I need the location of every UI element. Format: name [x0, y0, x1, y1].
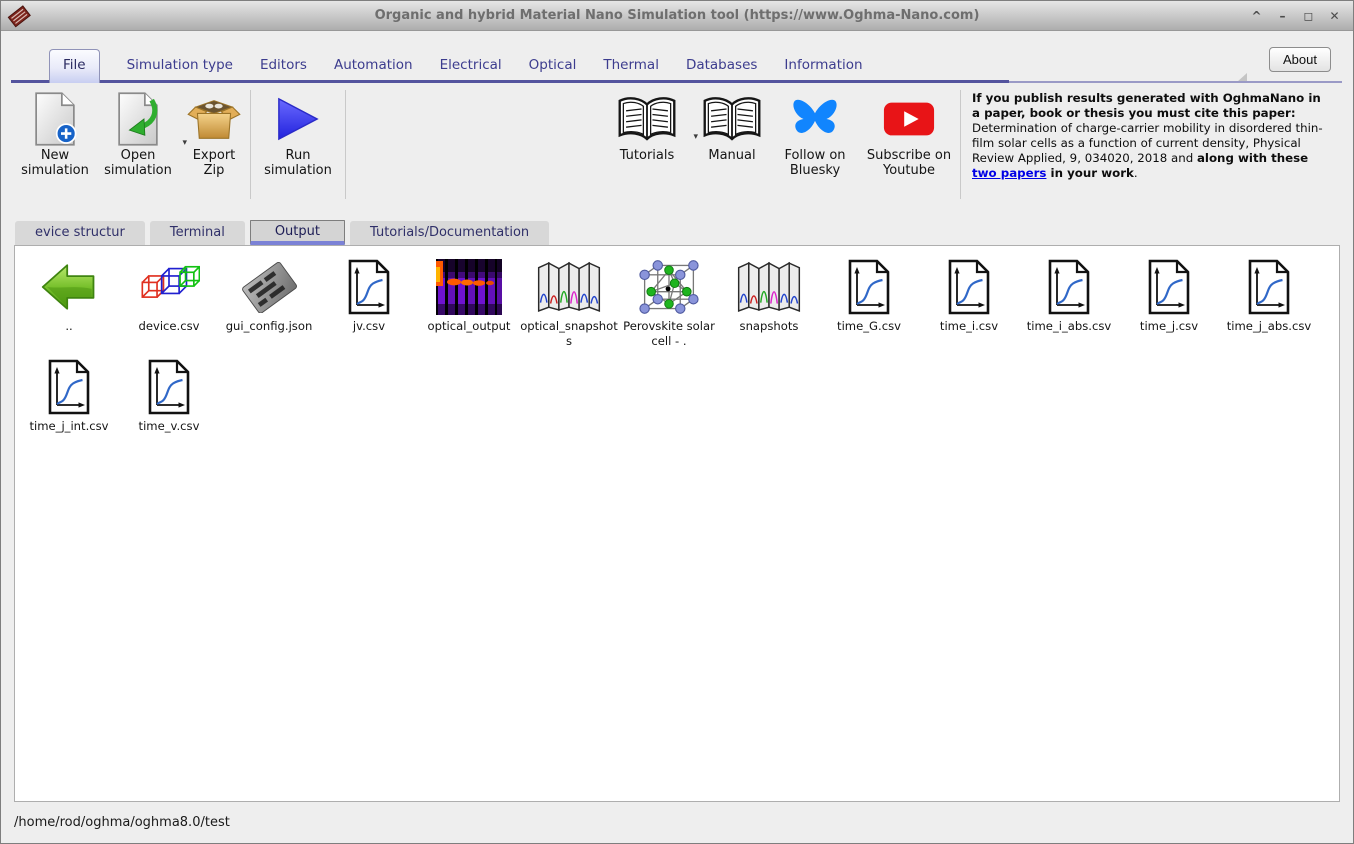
- export-zip-button[interactable]: Export Zip: [181, 90, 247, 179]
- run-simulation-button[interactable]: Run simulation: [254, 90, 342, 179]
- menu-underline: [11, 80, 1009, 83]
- about-button[interactable]: About: [1269, 47, 1331, 72]
- menu-underline-light: [1009, 81, 1342, 83]
- menu-tab-databases[interactable]: Databases: [686, 50, 757, 83]
- file-item-time-j-int-csv[interactable]: time_j_int.csv: [19, 355, 119, 434]
- shade-window-icon[interactable]: ^: [1248, 9, 1265, 23]
- menu-tab-information[interactable]: Information: [784, 50, 862, 83]
- file-item-time-i-csv[interactable]: time_i.csv: [919, 255, 1019, 349]
- menu-tab-file[interactable]: File: [49, 49, 100, 83]
- tab-terminal[interactable]: Terminal: [150, 221, 245, 245]
- file-item-optical-output[interactable]: optical_output: [419, 255, 519, 349]
- perovskite-crystal-icon: [639, 255, 699, 319]
- file-item-time-j-csv[interactable]: time_j.csv: [1119, 255, 1219, 349]
- bluesky-label: Follow on Bluesky: [769, 148, 861, 179]
- citation-bold-end: in your work: [1046, 166, 1133, 180]
- citation-suffix: .: [1134, 166, 1138, 180]
- manual-label: Manual: [708, 148, 755, 163]
- file-item-gui-config-json[interactable]: gui_config.json: [219, 255, 319, 349]
- open-simulation-label: Open simulation: [95, 148, 181, 179]
- csv-plot-icon: [1146, 255, 1192, 319]
- csv-plot-icon: [46, 355, 92, 419]
- file-item-snapshots[interactable]: snapshots: [719, 255, 819, 349]
- citation-bold-mid: along with these: [1197, 151, 1308, 165]
- citation-bold-intro: If you publish results generated with Og…: [972, 91, 1321, 120]
- close-window-icon[interactable]: ✕: [1326, 9, 1343, 23]
- maximize-window-icon[interactable]: ◻: [1300, 9, 1317, 23]
- file-item-time-v-csv[interactable]: time_v.csv: [119, 355, 219, 434]
- manual-book-icon: [702, 90, 762, 148]
- minimize-window-icon[interactable]: –: [1274, 9, 1291, 23]
- menu-tab-optical[interactable]: Optical: [529, 50, 577, 83]
- wireframe-cubes-icon: [138, 255, 200, 319]
- titlebar: Organic and hybrid Material Nano Simulat…: [1, 1, 1353, 31]
- file-item-optical-snapshots[interactable]: optical_snapshots: [519, 255, 619, 349]
- document-tabbar: evice structur Terminal Output Tutorials…: [1, 209, 1353, 245]
- youtube-label: Subscribe on Youtube: [861, 148, 957, 179]
- open-simulation-button[interactable]: ▾ Open simulation: [95, 90, 181, 179]
- statusbar: /home/rod/oghma/oghma8.0/test: [1, 802, 1353, 843]
- file-item-time-i-abs-csv[interactable]: time_i_abs.csv: [1019, 255, 1119, 349]
- manual-button[interactable]: Manual: [695, 90, 769, 163]
- file-grid: .. device.csv gui_config.json jv.csv: [19, 255, 1335, 440]
- file-item-up-dir[interactable]: ..: [19, 255, 119, 349]
- app-logo-icon: [7, 4, 31, 28]
- csv-plot-icon: [846, 255, 892, 319]
- ribbon-menubar: File Simulation type Editors Automation …: [1, 31, 1353, 83]
- file-ribbon-toolbar: New simulation ▾ Open simulation Export …: [1, 83, 1353, 209]
- chip-icon: [238, 255, 300, 319]
- open-simulation-icon: [114, 90, 162, 148]
- tutorials-button[interactable]: ▾ Tutorials: [599, 90, 695, 163]
- export-zip-box-icon: [187, 90, 241, 148]
- menu-tab-thermal[interactable]: Thermal: [603, 50, 659, 83]
- menu-tab-editors[interactable]: Editors: [260, 50, 307, 83]
- file-item-time-j-abs-csv[interactable]: time_j_abs.csv: [1219, 255, 1319, 349]
- tab-tutorials-documentation[interactable]: Tutorials/Documentation: [350, 221, 549, 245]
- csv-plot-icon: [346, 255, 392, 319]
- new-simulation-icon: [31, 90, 79, 148]
- menu-tab-simulation-type[interactable]: Simulation type: [127, 50, 233, 83]
- output-file-browser: .. device.csv gui_config.json jv.csv: [14, 245, 1340, 802]
- snapshots-icon: [735, 255, 803, 319]
- file-item-time-g-csv[interactable]: time_G.csv: [819, 255, 919, 349]
- csv-plot-icon: [1246, 255, 1292, 319]
- tutorials-label: Tutorials: [620, 148, 675, 163]
- two-papers-link[interactable]: two papers: [972, 166, 1046, 180]
- snapshots-icon: [535, 255, 603, 319]
- file-item-device-csv[interactable]: device.csv: [119, 255, 219, 349]
- new-simulation-label: New simulation: [15, 148, 95, 179]
- tab-output[interactable]: Output: [250, 220, 345, 245]
- window-title: Organic and hybrid Material Nano Simulat…: [1, 8, 1353, 23]
- bluesky-button[interactable]: Follow on Bluesky: [769, 90, 861, 179]
- youtube-button[interactable]: Subscribe on Youtube: [861, 90, 957, 179]
- menu-tab-electrical[interactable]: Electrical: [440, 50, 502, 83]
- tab-device-structure[interactable]: evice structur: [15, 221, 145, 245]
- toolbar-separator: [345, 90, 346, 199]
- csv-plot-icon: [946, 255, 992, 319]
- heatmap-icon: [436, 255, 502, 319]
- run-simulation-label: Run simulation: [254, 148, 342, 179]
- toolbar-separator: [960, 90, 961, 199]
- menu-tab-automation[interactable]: Automation: [334, 50, 413, 83]
- toolbar-separator: [250, 90, 251, 199]
- tutorials-book-icon: [617, 90, 677, 148]
- file-item-perovskite-solar-cell[interactable]: Perovskite solar cell - .: [619, 255, 719, 349]
- app-window: Organic and hybrid Material Nano Simulat…: [0, 0, 1354, 844]
- new-simulation-button[interactable]: New simulation: [15, 90, 95, 179]
- csv-plot-icon: [1046, 255, 1092, 319]
- current-path: /home/rod/oghma/oghma8.0/test: [14, 815, 230, 830]
- file-item-jv-csv[interactable]: jv.csv: [319, 255, 419, 349]
- bluesky-butterfly-icon: [788, 90, 842, 148]
- youtube-icon: [882, 90, 936, 148]
- export-zip-label: Export Zip: [181, 148, 247, 179]
- citation-text: If you publish results generated with Og…: [972, 91, 1326, 181]
- csv-plot-icon: [146, 355, 192, 419]
- run-simulation-play-icon: [275, 90, 321, 148]
- up-arrow-icon: [40, 255, 98, 319]
